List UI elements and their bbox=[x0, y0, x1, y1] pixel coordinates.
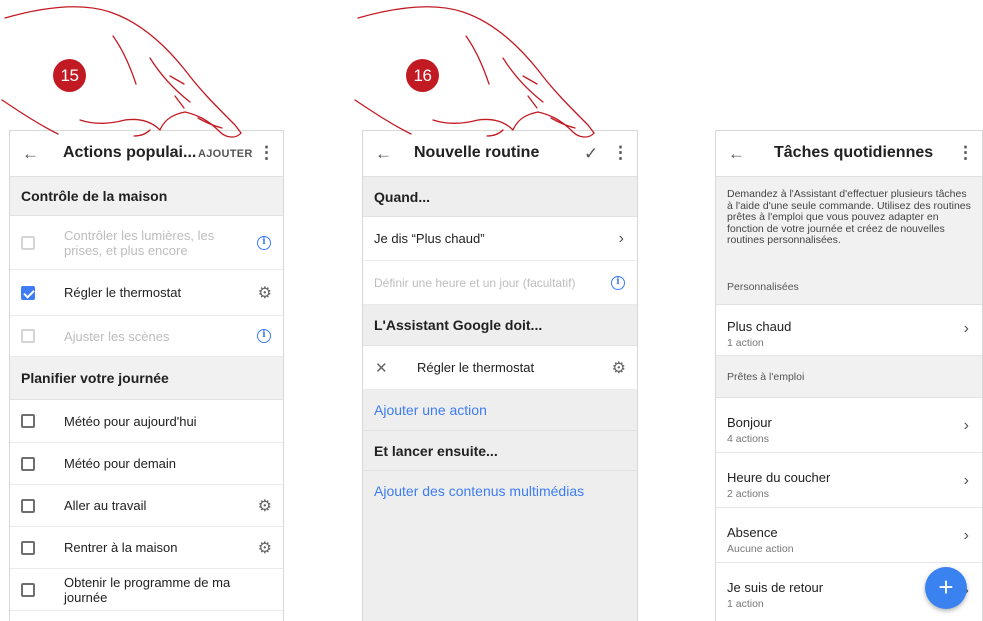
daily-tasks-screen: ← Tâches quotidiennes ⋮ Demandez à l'Ass… bbox=[715, 130, 983, 621]
assistant-header: L'Assistant Google doit... bbox=[363, 305, 637, 346]
page-title: Nouvelle routine bbox=[414, 144, 540, 161]
routine-row-bonjour[interactable]: Bonjour 4 actions › bbox=[716, 398, 982, 453]
new-routine-screen: ← Nouvelle routine ✓ ⋮ Quand... Je dis “… bbox=[362, 130, 638, 621]
action-label: Régler le thermostat bbox=[417, 360, 535, 375]
app-bar: ← Tâches quotidiennes ⋮ bbox=[716, 131, 982, 177]
gear-icon[interactable]: ⚙ bbox=[258, 283, 272, 303]
routine-row-bedtime[interactable]: Heure du coucher 2 actions › bbox=[716, 453, 982, 508]
routines-description: Demandez à l'Assistant d'effectuer plusi… bbox=[716, 177, 982, 269]
list-item-weather-tomorrow[interactable]: Météo pour demain bbox=[10, 443, 283, 485]
close-icon[interactable]: ✕ bbox=[375, 359, 388, 377]
checkbox[interactable] bbox=[21, 540, 35, 555]
action-row-thermostat[interactable]: ✕ Régler le thermostat ⚙ bbox=[363, 346, 637, 390]
chevron-right-icon: › bbox=[963, 527, 969, 544]
list-item-lights: Contrôler les lumières, les prises, et p… bbox=[10, 216, 283, 270]
routine-row-absence[interactable]: Absence Aucune action › bbox=[716, 508, 982, 563]
list-item-label: Météo pour demain bbox=[64, 456, 177, 471]
plus-icon: + bbox=[938, 572, 954, 602]
custom-routines-header: Personnalisées bbox=[716, 269, 982, 305]
add-action-row[interactable]: Ajouter une action bbox=[363, 390, 637, 431]
gear-icon[interactable]: ⚙ bbox=[258, 538, 272, 558]
trigger-phrase: Je dis “Plus chaud” bbox=[374, 231, 485, 246]
list-item-go-to-work[interactable]: Aller au travail ⚙ bbox=[10, 485, 283, 527]
step-badge-16: 16 bbox=[406, 59, 439, 92]
section-header-home-control: Contrôle de la maison bbox=[10, 177, 283, 216]
then-header: Et lancer ensuite... bbox=[363, 431, 637, 471]
more-vert-icon[interactable]: ⋮ bbox=[957, 143, 974, 163]
more-vert-icon[interactable]: ⋮ bbox=[258, 143, 275, 163]
check-icon[interactable]: ✓ bbox=[584, 144, 599, 164]
add-media-row[interactable]: Ajouter des contenus multimédias bbox=[363, 471, 637, 511]
routine-action-count: 4 actions bbox=[727, 433, 770, 445]
checkbox bbox=[21, 235, 35, 250]
info-icon[interactable]: i bbox=[611, 275, 625, 290]
routine-name: Bonjour bbox=[727, 415, 772, 430]
add-button[interactable]: AJOUTER bbox=[198, 148, 253, 160]
list-item-thermostat[interactable]: Régler le thermostat ⚙ bbox=[10, 270, 283, 316]
section-header-plan-day: Planifier votre journée bbox=[10, 357, 283, 400]
info-icon[interactable]: i bbox=[257, 235, 271, 250]
routine-name: Heure du coucher bbox=[727, 470, 831, 485]
list-item-label: Rentrer à la maison bbox=[64, 540, 178, 555]
routine-name: Je suis de retour bbox=[727, 580, 824, 595]
checkbox[interactable] bbox=[21, 582, 35, 597]
back-arrow-icon[interactable]: ← bbox=[728, 144, 745, 164]
chevron-right-icon: › bbox=[963, 472, 969, 489]
set-time-placeholder: Définir une heure et un jour (facultatif… bbox=[374, 275, 576, 290]
list-item-label: Contrôler les lumières, les prises, et p… bbox=[64, 227, 215, 258]
back-arrow-icon[interactable]: ← bbox=[375, 144, 392, 164]
trigger-phrase-row[interactable]: Je dis “Plus chaud” › bbox=[363, 217, 637, 261]
step-badge-15: 15 bbox=[53, 59, 86, 92]
checkbox[interactable] bbox=[21, 498, 35, 513]
gear-icon[interactable]: ⚙ bbox=[258, 496, 272, 516]
routine-name: Absence bbox=[727, 525, 778, 540]
routine-action-count: 2 actions bbox=[727, 488, 770, 500]
routine-action-count: Aucune action bbox=[727, 543, 794, 555]
checkbox[interactable] bbox=[21, 456, 35, 471]
checkbox[interactable] bbox=[21, 414, 35, 428]
list-item-label: Ajuster les scènes bbox=[64, 328, 170, 344]
app-bar: ← Actions populai... AJOUTER ⋮ bbox=[10, 131, 283, 177]
checkbox-checked[interactable] bbox=[21, 285, 35, 300]
page-title: Actions populai... bbox=[63, 144, 197, 161]
add-routine-fab[interactable]: + bbox=[925, 567, 967, 609]
back-arrow-icon[interactable]: ← bbox=[22, 144, 39, 164]
list-item-label: Météo pour aujourd'hui bbox=[64, 413, 197, 429]
list-item-label: Régler le thermostat bbox=[64, 285, 182, 300]
routine-row-plus-chaud[interactable]: Plus chaud 1 action › bbox=[716, 305, 982, 356]
popular-actions-screen: ← Actions populai... AJOUTER ⋮ Contrôle … bbox=[9, 130, 284, 621]
chevron-right-icon: › bbox=[618, 229, 624, 247]
routine-action-count: 1 action bbox=[727, 598, 764, 610]
info-icon[interactable]: i bbox=[257, 329, 271, 343]
list-item-label: Obtenir le programme de ma journée bbox=[64, 574, 231, 605]
page-title: Tâches quotidiennes bbox=[774, 144, 934, 161]
add-action-link[interactable]: Ajouter une action bbox=[374, 402, 487, 418]
chevron-right-icon: › bbox=[963, 417, 969, 434]
more-vert-icon[interactable]: ⋮ bbox=[612, 143, 629, 163]
then-header-label: Et lancer ensuite... bbox=[374, 442, 498, 459]
list-item-come-home[interactable]: Rentrer à la maison ⚙ bbox=[10, 527, 283, 569]
list-item-scenes: Ajuster les scènes i bbox=[10, 316, 283, 357]
routine-name: Plus chaud bbox=[727, 319, 792, 334]
list-item-weather-today[interactable]: Météo pour aujourd'hui bbox=[10, 400, 283, 443]
list-item-label: Aller au travail bbox=[64, 498, 147, 513]
add-media-link[interactable]: Ajouter des contenus multimédias bbox=[374, 483, 584, 499]
list-item-day-schedule[interactable]: Obtenir le programme de ma journée bbox=[10, 569, 283, 611]
routine-action-count: 1 action bbox=[727, 337, 764, 349]
ready-routines-header: Prêtes à l'emploi bbox=[716, 356, 982, 398]
app-bar: ← Nouvelle routine ✓ ⋮ bbox=[363, 131, 637, 177]
chevron-right-icon: › bbox=[963, 320, 969, 337]
checkbox bbox=[21, 329, 35, 343]
gear-icon[interactable]: ⚙ bbox=[612, 358, 626, 378]
set-time-row[interactable]: Définir une heure et un jour (facultatif… bbox=[363, 261, 637, 305]
when-header: Quand... bbox=[363, 177, 637, 217]
